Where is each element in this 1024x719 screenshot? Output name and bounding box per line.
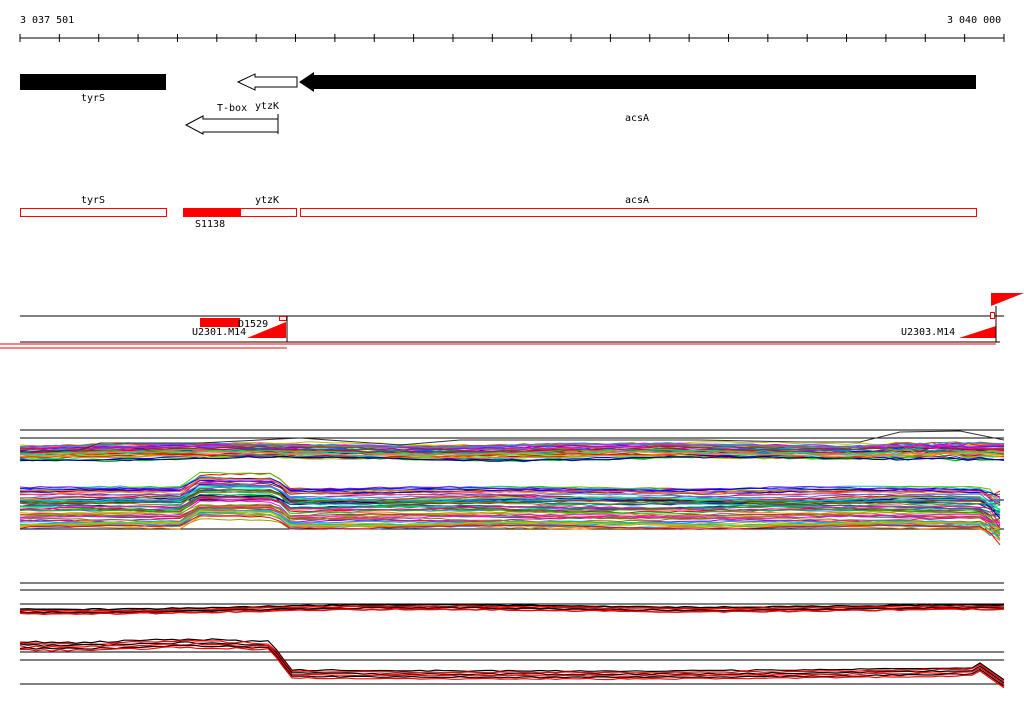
ruler-end-label: 3 040 000 bbox=[947, 15, 1001, 26]
gene-acsA-label: acsA bbox=[625, 113, 649, 124]
transcript-tyrS-box[interactable] bbox=[20, 208, 167, 217]
segment-S1138-label: S1138 bbox=[195, 219, 225, 230]
transcript-acsA-box[interactable] bbox=[300, 208, 977, 217]
transcript-tyrS-label: tyrS bbox=[81, 195, 105, 206]
transcript-track: tyrS ytzK S1138 acsA bbox=[20, 195, 977, 230]
tu-D1529-block[interactable] bbox=[200, 318, 240, 327]
summary-profiles-track bbox=[19, 582, 1005, 689]
gene-ytzK-arrow[interactable] bbox=[236, 73, 298, 91]
gene-acsA-arrow[interactable] bbox=[299, 72, 976, 92]
expression-profiles-track bbox=[19, 429, 1005, 546]
transcript-acsA-label: acsA bbox=[625, 195, 649, 206]
summary-trace bbox=[19, 646, 1005, 689]
summary-profile-bundle bbox=[19, 603, 1005, 689]
tu-U2303-label: U2303.M14 bbox=[901, 327, 955, 338]
gene-tyrS-block[interactable] bbox=[20, 74, 166, 90]
tu-start-flag bbox=[991, 293, 1024, 306]
tbox-label: T-box bbox=[217, 103, 247, 114]
gene-tyrS-label: tyrS bbox=[81, 93, 105, 104]
tu-D1529-end bbox=[279, 316, 287, 321]
ruler-start-label: 3 037 501 bbox=[20, 15, 74, 26]
genome-browser-view: 3 037 501 3 040 000 tyrS ytzK T-box acsA… bbox=[0, 0, 1024, 714]
tbox-arrow[interactable] bbox=[184, 115, 279, 135]
tu-U2301-label: U2301.M14 bbox=[192, 327, 246, 338]
transcription-units-track: D1529 U2301.M14 U2303.M14 bbox=[0, 293, 1024, 349]
upper-profile-bundle bbox=[19, 430, 1005, 463]
transcript-ytzK-label: ytzK bbox=[255, 195, 279, 206]
lower-profile-bundle bbox=[19, 471, 1001, 546]
summary-trace bbox=[19, 644, 1005, 687]
genome-track-svg: 3 037 501 3 040 000 tyrS ytzK T-box acsA… bbox=[0, 15, 1024, 689]
gene-ytzK-label: ytzK bbox=[255, 101, 279, 112]
tu-U2303-wedge bbox=[959, 326, 996, 338]
tu-start-marker bbox=[990, 312, 995, 319]
annotated-genes-track: tyrS ytzK T-box acsA bbox=[20, 72, 976, 135]
segment-S1138-block[interactable] bbox=[183, 208, 241, 217]
coordinate-ruler: 3 037 501 3 040 000 bbox=[19, 15, 1005, 42]
summary-trace bbox=[19, 642, 1005, 686]
